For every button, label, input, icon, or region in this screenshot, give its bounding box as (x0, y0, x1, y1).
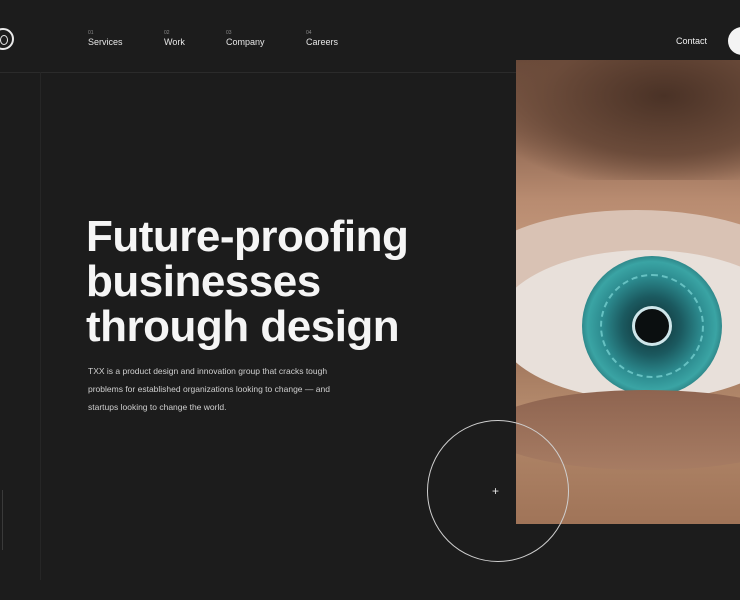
nav-item-label: Company (226, 37, 265, 47)
pupil-shape (632, 306, 672, 346)
page: 01 Services 02 Work 03 Company 04 Career… (0, 0, 740, 600)
nav-item-label: Work (164, 37, 185, 47)
logo-icon[interactable] (0, 28, 14, 50)
hero-description: TXX is a product design and innovation g… (88, 366, 330, 412)
main-nav: 01 Services 02 Work 03 Company 04 Career… (88, 30, 376, 48)
nav-item-services[interactable]: 01 Services (88, 30, 164, 48)
divider (40, 72, 41, 580)
eyebrow-shape (516, 60, 740, 180)
nav-item-work[interactable]: 02 Work (164, 30, 226, 48)
nav-item-careers[interactable]: 04 Careers (306, 30, 376, 48)
nav-item-company[interactable]: 03 Company (226, 30, 306, 48)
toggle-icon[interactable] (728, 27, 740, 55)
nav-item-label: Services (88, 37, 123, 47)
contact-link[interactable]: Contact (676, 36, 707, 46)
plus-icon[interactable]: + (492, 485, 499, 497)
hero-title: Future-proofing businesses through desig… (86, 212, 409, 351)
nav-item-label: Careers (306, 37, 339, 47)
side-scroll-indicator (2, 490, 15, 550)
